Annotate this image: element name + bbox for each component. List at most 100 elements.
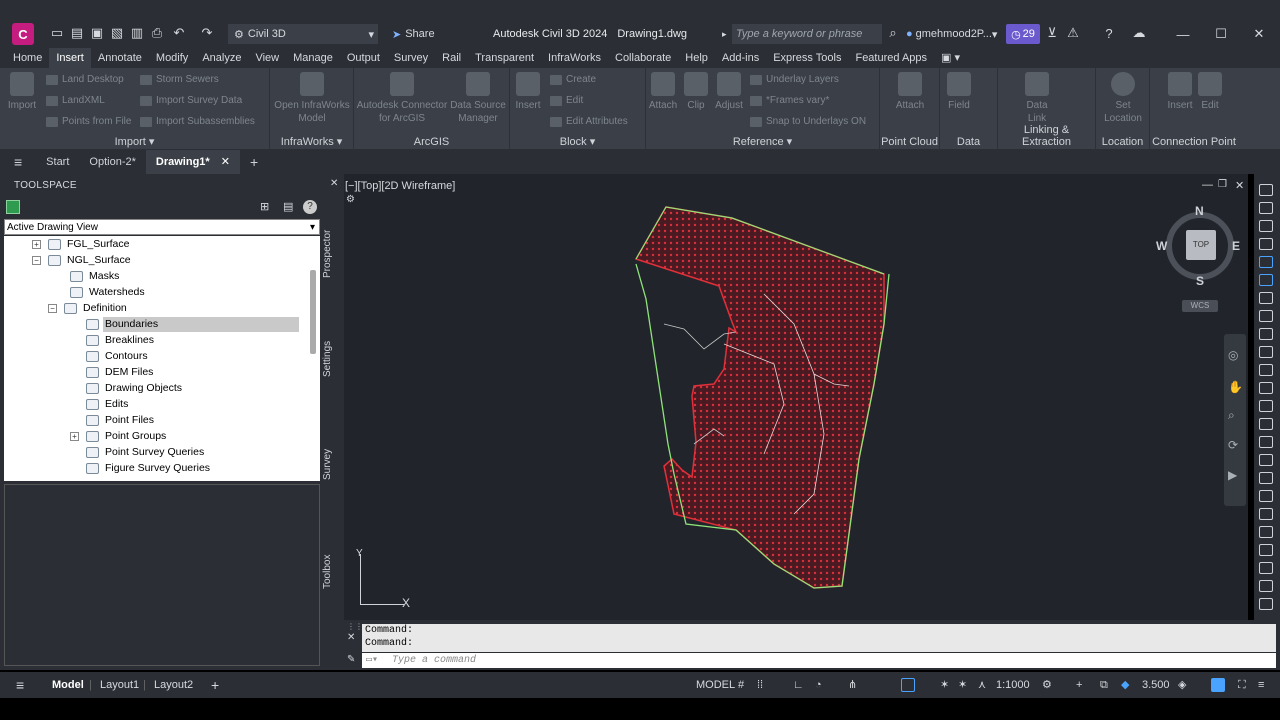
customize-icon[interactable]: ✎ (347, 654, 355, 665)
attach-button[interactable]: Attach (648, 72, 678, 112)
menu-tab-featured-apps[interactable]: Featured Apps (848, 48, 934, 68)
ribbon-options-icon[interactable]: ▣ ▾ (934, 48, 967, 68)
palette-tool-icon[interactable] (1259, 472, 1273, 484)
palette-tool-icon[interactable] (1259, 580, 1273, 592)
showmotion-icon[interactable]: ▶ (1228, 468, 1237, 482)
grip-icon[interactable]: ⋮⋮ (347, 622, 363, 631)
compass-e[interactable]: E (1232, 239, 1240, 253)
menu-tab-home[interactable]: Home (6, 48, 49, 68)
compass-n[interactable]: N (1195, 204, 1204, 218)
palette-tool-icon[interactable] (1259, 202, 1273, 214)
panel-options-icon[interactable]: ▤ (283, 200, 293, 213)
palette-tool-icon[interactable] (1259, 454, 1273, 466)
learn-icon[interactable]: ⚠ (1064, 24, 1082, 42)
import-button[interactable]: Import (4, 72, 40, 112)
palette-tool-icon[interactable] (1259, 292, 1273, 304)
tree-item-dem-files[interactable]: DEM Files (86, 365, 155, 380)
clean-screen-icon[interactable]: ◈ (1178, 677, 1186, 693)
tab-layout1[interactable]: Layout1 (92, 677, 147, 693)
orbit-icon[interactable]: ⟳ (1228, 438, 1238, 452)
menu-tab-view[interactable]: View (248, 48, 286, 68)
maximize-button[interactable]: ☐ (1206, 24, 1236, 44)
tab-drawing1[interactable]: Drawing1* ✕ (145, 150, 240, 174)
redo-icon[interactable]: ↷ (198, 24, 216, 42)
palette-tool-icon[interactable] (1259, 364, 1273, 376)
set-location-button[interactable]: Set Location (1102, 72, 1144, 125)
block-insert-button[interactable]: Insert (512, 72, 544, 112)
menu-tab-add-ins[interactable]: Add-ins (715, 48, 766, 68)
tab-layout2[interactable]: Layout2 (146, 677, 201, 693)
annotation-visibility-icon[interactable]: ✶ (940, 677, 949, 693)
tree-item-fgl-surface[interactable]: FGL_Surface (48, 237, 131, 252)
palette-tool-icon[interactable] (1259, 256, 1273, 268)
palette-tool-icon[interactable] (1259, 400, 1273, 412)
menu-tab-output[interactable]: Output (340, 48, 387, 68)
compass-s[interactable]: S (1196, 274, 1204, 288)
tree-toggle-collapse-icon[interactable]: − (48, 304, 57, 313)
annotation-scale-value[interactable]: 1:1000 (996, 677, 1030, 693)
user-account[interactable]: ● gmehmood2P... ▾ (906, 24, 997, 44)
open-folder-icon[interactable]: ▤ (68, 24, 86, 42)
tab-survey[interactable]: Survey (322, 444, 340, 484)
palette-tool-icon[interactable] (1259, 598, 1273, 610)
palette-tool-icon[interactable] (1259, 508, 1273, 520)
menu-tab-analyze[interactable]: Analyze (195, 48, 248, 68)
palette-tool-icon[interactable] (1259, 562, 1273, 574)
app-logo[interactable]: C (12, 23, 34, 45)
block-panel-title[interactable]: Block ▾ (510, 135, 645, 148)
create-block-button[interactable]: Create (550, 74, 596, 85)
frames-vary-dropdown[interactable]: *Frames vary* (750, 95, 829, 106)
menu-tab-manage[interactable]: Manage (286, 48, 340, 68)
menu-tab-help[interactable]: Help (678, 48, 715, 68)
quick-properties-icon[interactable] (1211, 678, 1225, 692)
tree-item-point-groups[interactable]: Point Groups (86, 429, 168, 444)
zoom-icon[interactable]: ⌕ (1228, 408, 1235, 423)
data-source-manager-button[interactable]: Data Source Manager (450, 72, 506, 125)
open-infraworks-model-button[interactable]: Open InfraWorks Model (272, 72, 352, 125)
view-select[interactable]: Active Drawing View ▾ (4, 219, 320, 235)
tree-item-point-files[interactable]: Point Files (86, 413, 156, 428)
share-button[interactable]: ➤ Share (392, 24, 435, 44)
palette-tool-icon[interactable] (1259, 328, 1273, 340)
model-space-toggle[interactable]: MODEL (696, 677, 735, 693)
add-layout-button[interactable]: + (211, 677, 219, 693)
plot-icon[interactable]: ▥ (128, 24, 146, 42)
storm-sewers-button[interactable]: Storm Sewers (140, 74, 219, 85)
notification-badge[interactable]: ◷ 29 (1006, 24, 1040, 44)
connection-insert-button[interactable]: Insert (1166, 72, 1194, 112)
tree-item-masks[interactable]: Masks (70, 269, 121, 284)
tab-model[interactable]: Model (44, 677, 92, 693)
tree-toggle-expand-icon[interactable]: + (32, 240, 41, 249)
tab-settings[interactable]: Settings (322, 334, 340, 384)
cloud-icon[interactable]: ☁ (1130, 24, 1148, 42)
palette-tool-icon[interactable] (1259, 310, 1273, 322)
menu-tab-infraworks[interactable]: InfraWorks (541, 48, 608, 68)
edit-attributes-button[interactable]: Edit Attributes (550, 116, 628, 127)
palette-tool-icon[interactable] (1259, 184, 1273, 196)
tab-option-2[interactable]: Option-2* (79, 150, 145, 174)
tab-toolbox[interactable]: Toolbox (322, 550, 340, 594)
menu-tab-insert[interactable]: Insert (49, 48, 91, 68)
command-prompt-icon[interactable]: ▭▾ (366, 653, 378, 668)
palette-tool-icon[interactable] (1259, 274, 1273, 286)
tree-item-edits[interactable]: Edits (86, 397, 130, 412)
tree-item-contours[interactable]: Contours (86, 349, 150, 364)
adjust-button[interactable]: Adjust (712, 72, 746, 112)
help-icon[interactable]: ? (1100, 24, 1118, 42)
steering-wheel-icon[interactable]: ◎ (1228, 348, 1238, 362)
close-button[interactable]: ✕ (1244, 24, 1274, 44)
field-button[interactable]: Field (946, 72, 972, 112)
menu-tab-express-tools[interactable]: Express Tools (766, 48, 848, 68)
hardware-acceleration-icon[interactable]: ◆ (1121, 677, 1129, 693)
menu-tab-rail[interactable]: Rail (435, 48, 468, 68)
palette-tool-icon[interactable] (1259, 418, 1273, 430)
import-panel-title[interactable]: Import ▾ (0, 135, 269, 148)
viewcube-top[interactable]: TOP (1186, 230, 1216, 260)
grid-icon[interactable]: # (738, 677, 744, 693)
tree-item-watersheds[interactable]: Watersheds (70, 285, 147, 300)
reference-panel-title[interactable]: Reference ▾ (646, 135, 879, 148)
menu-icon[interactable]: ≡ (0, 150, 36, 174)
annotation-scale-icon[interactable]: ⋏ (978, 677, 986, 693)
tree-toggle-collapse-icon[interactable]: − (32, 256, 41, 265)
drawing-viewport[interactable]: [−][Top][2D Wireframe] ⚙ — ❐ ✕ N S E W T… (344, 174, 1248, 620)
